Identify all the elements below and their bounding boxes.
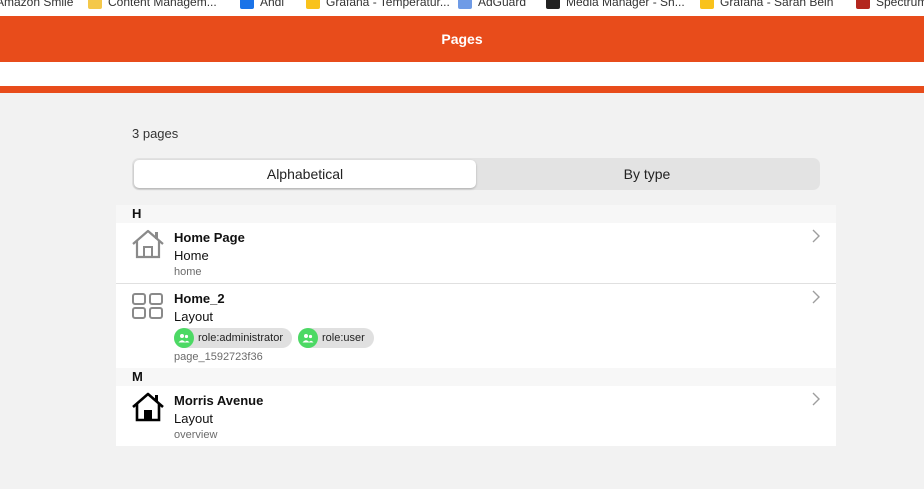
item-path: overview xyxy=(174,429,218,441)
bookmark-label: Ahdi xyxy=(260,0,285,9)
list-item-morris-avenue[interactable]: Morris Avenue Layout overview xyxy=(116,386,836,446)
item-type: Layout xyxy=(174,309,214,324)
bookmark-item[interactable]: Grafana - Saran Bein xyxy=(700,0,833,10)
list-item-home-2[interactable]: Home_2 Layout role:administrator role:us… xyxy=(116,284,836,368)
bookmark-item[interactable]: Ahdi xyxy=(240,0,284,10)
item-title: Home_2 xyxy=(174,291,225,306)
grid-layout-icon xyxy=(131,290,165,320)
pages-count: 3 pages xyxy=(132,126,179,141)
grafana-icon xyxy=(306,0,320,9)
bookmark-label: Spectrum xyxy=(876,0,924,9)
house-outline-icon xyxy=(131,229,165,259)
bookmark-label: Amazon Smile xyxy=(0,0,74,9)
role-label: role:user xyxy=(321,332,365,344)
item-path: page_1592723f36 xyxy=(174,351,263,363)
section-header: M xyxy=(116,368,836,386)
tab-alphabetical[interactable]: Alphabetical xyxy=(134,160,476,188)
bookmark-label: Content Managem... xyxy=(108,0,217,9)
bookmark-label: Grafana - Saran Bein xyxy=(720,0,834,9)
sort-segmented-control: Alphabetical By type xyxy=(132,158,820,190)
header-strip xyxy=(0,62,924,86)
role-chips: role:administrator role:user xyxy=(174,328,836,348)
media-icon xyxy=(546,0,560,9)
pages-list: H Home Page Home home Home_2 Layout role… xyxy=(116,205,836,446)
item-title: Home Page xyxy=(174,230,245,245)
item-type: Layout xyxy=(174,411,214,426)
bookmark-icon xyxy=(240,0,254,9)
role-label: role:administrator xyxy=(198,332,283,344)
grafana-icon xyxy=(700,0,714,9)
bookmarks-bar: Amazon Smile Content Managem... Ahdi Gra… xyxy=(0,0,924,16)
app-header: Pages xyxy=(0,16,924,62)
bookmark-label: Grafana - Temperatur... xyxy=(326,0,450,9)
item-type: Home xyxy=(174,248,209,263)
chevron-right-icon xyxy=(810,290,822,304)
list-item-home-page[interactable]: Home Page Home home xyxy=(116,223,836,284)
section-header: H xyxy=(116,205,836,223)
chevron-right-icon xyxy=(810,229,822,243)
bookmark-label: AdGuard xyxy=(478,0,527,9)
bookmark-item[interactable]: Media Manager - Sh... xyxy=(546,0,685,10)
bookmark-label: Media Manager - Sh... xyxy=(566,0,685,9)
header-divider xyxy=(0,86,924,93)
bookmark-item[interactable]: Grafana - Temperatur... xyxy=(306,0,450,10)
bookmark-item[interactable]: Spectrum xyxy=(856,0,924,10)
house-icon xyxy=(131,392,165,422)
item-path: home xyxy=(174,266,202,278)
item-title: Morris Avenue xyxy=(174,393,264,408)
role-chip: role:user xyxy=(297,328,374,348)
chevron-right-icon xyxy=(810,392,822,406)
doc-icon xyxy=(458,0,472,9)
page-title: Pages xyxy=(441,31,483,47)
bookmark-item[interactable]: AdGuard xyxy=(458,0,526,10)
tab-by-type[interactable]: By type xyxy=(476,160,818,188)
spectrum-icon xyxy=(856,0,870,9)
bookmark-item[interactable]: Amazon Smile xyxy=(0,0,73,10)
folder-icon xyxy=(88,0,102,9)
user-group-icon xyxy=(297,328,318,348)
user-group-icon xyxy=(174,328,194,348)
bookmark-item[interactable]: Content Managem... xyxy=(88,0,217,10)
role-chip: role:administrator xyxy=(174,328,292,348)
